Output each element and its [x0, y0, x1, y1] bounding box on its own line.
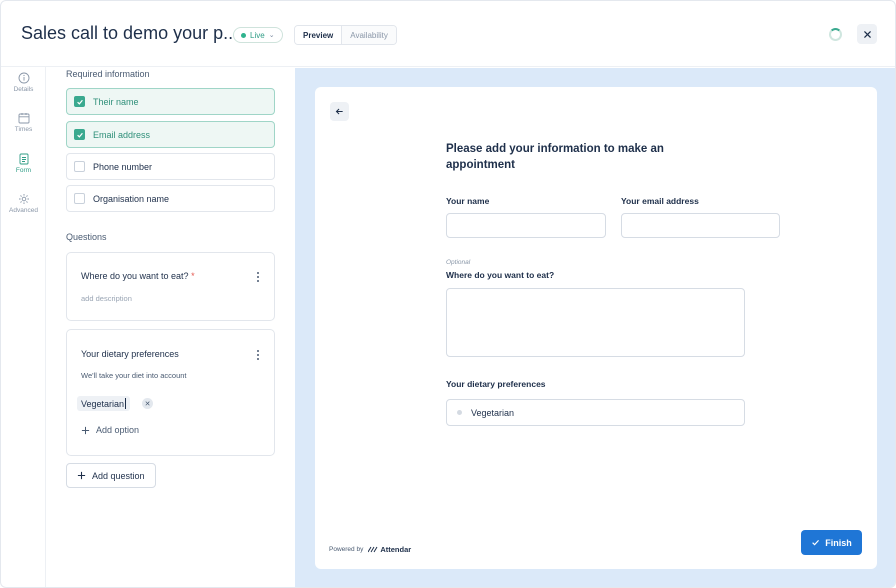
page-title: Sales call to demo your p... [21, 23, 239, 43]
checkbox-checked[interactable] [74, 129, 85, 140]
plus-icon [81, 426, 90, 434]
gear-icon [18, 193, 30, 205]
checkbox-unchecked[interactable] [74, 193, 85, 204]
field-label: Email address [93, 129, 151, 140]
nav-item-details[interactable]: Details [1, 72, 46, 93]
diet-option[interactable]: Vegetarian [446, 399, 745, 426]
status-dropdown[interactable]: Live ⌄ [233, 27, 283, 43]
brand-logo[interactable]: Attendar [368, 545, 411, 554]
field-label: Organisation name [93, 193, 170, 204]
view-tabs: Preview Availability [294, 25, 397, 45]
question-title: Where do you want to eat? * [81, 271, 195, 281]
required-star: * [191, 271, 195, 281]
check-icon [76, 132, 83, 138]
left-nav: Details Times Form Advanced [1, 67, 46, 587]
arrow-left-icon [335, 108, 343, 115]
finish-button[interactable]: Finish [801, 530, 862, 555]
powered-by-label: Powered by [329, 546, 364, 553]
nav-item-times[interactable]: Times [1, 112, 46, 133]
question-description[interactable]: add description [81, 294, 132, 303]
more-options-icon[interactable] [256, 350, 260, 360]
form-editor: Required information Their name Email ad… [46, 67, 294, 587]
optional-tag: Optional [446, 259, 471, 266]
preview-heading: Please add your information to make an a… [446, 143, 664, 171]
tab-availability[interactable]: Availability [342, 26, 396, 44]
check-icon [812, 539, 820, 546]
close-button[interactable] [857, 24, 877, 44]
status-label: Live [250, 30, 265, 40]
chevron-down-icon: ⌄ [268, 32, 275, 39]
nav-item-advanced[interactable]: Advanced [1, 193, 46, 214]
close-icon [863, 30, 871, 38]
diet-label: Your dietary preferences [446, 379, 546, 389]
field-label: Phone number [93, 161, 153, 172]
question-card-diet[interactable]: Your dietary preferences We'll take your… [66, 329, 275, 456]
name-label: Your name [446, 196, 490, 206]
eat-label: Where do you want to eat? [446, 270, 555, 280]
powered-by: Powered by Attendar [329, 545, 411, 554]
eat-textarea[interactable] [446, 288, 745, 357]
diet-option-label: Vegetarian [471, 407, 515, 418]
form-icon [18, 153, 30, 165]
check-icon [76, 99, 83, 105]
required-field-phone[interactable]: Phone number [66, 153, 275, 180]
nav-label-advanced: Advanced [9, 207, 38, 214]
field-label: Their name [93, 96, 139, 107]
question-description[interactable]: We'll take your diet into account [81, 371, 187, 380]
tab-preview[interactable]: Preview [295, 26, 343, 44]
info-icon [18, 72, 30, 84]
nav-item-form[interactable]: Form [1, 153, 46, 174]
more-options-icon[interactable] [256, 272, 260, 282]
loading-spinner-icon [829, 28, 842, 41]
live-dot-icon [241, 32, 246, 38]
plus-icon [77, 471, 86, 480]
required-field-email[interactable]: Email address [66, 121, 275, 148]
name-input[interactable] [446, 213, 606, 238]
header: Sales call to demo your p... Live ⌄ Prev… [1, 1, 895, 67]
option-chip[interactable]: Vegetarian [77, 396, 131, 411]
question-card-eat[interactable]: Where do you want to eat? * add descript… [66, 252, 275, 321]
question-title: Your dietary preferences [81, 349, 179, 359]
add-question-button[interactable]: Add question [66, 463, 156, 488]
app-window: Sales call to demo your p... Live ⌄ Prev… [0, 0, 896, 588]
email-label: Your email address [621, 196, 699, 206]
text-caret [125, 398, 127, 409]
back-button[interactable] [330, 102, 349, 121]
required-field-their-name[interactable]: Their name [66, 88, 275, 115]
attendar-logo-icon [368, 546, 378, 553]
calendar-icon [18, 112, 30, 124]
nav-label-times: Times [14, 126, 33, 133]
preview-card: Please add your information to make an a… [315, 87, 877, 569]
required-info-heading: Required information [66, 69, 150, 79]
radio-icon[interactable] [457, 410, 462, 415]
remove-option-icon[interactable]: ✕ [142, 398, 153, 409]
checkbox-checked[interactable] [74, 96, 85, 107]
nav-label-details: Details [13, 86, 34, 93]
nav-label-form: Form [15, 167, 32, 174]
checkbox-unchecked[interactable] [74, 161, 85, 172]
questions-heading: Questions [66, 232, 107, 242]
add-option-button[interactable]: Add option [81, 425, 139, 435]
required-field-organisation[interactable]: Organisation name [66, 185, 275, 212]
email-input[interactable] [621, 213, 780, 238]
